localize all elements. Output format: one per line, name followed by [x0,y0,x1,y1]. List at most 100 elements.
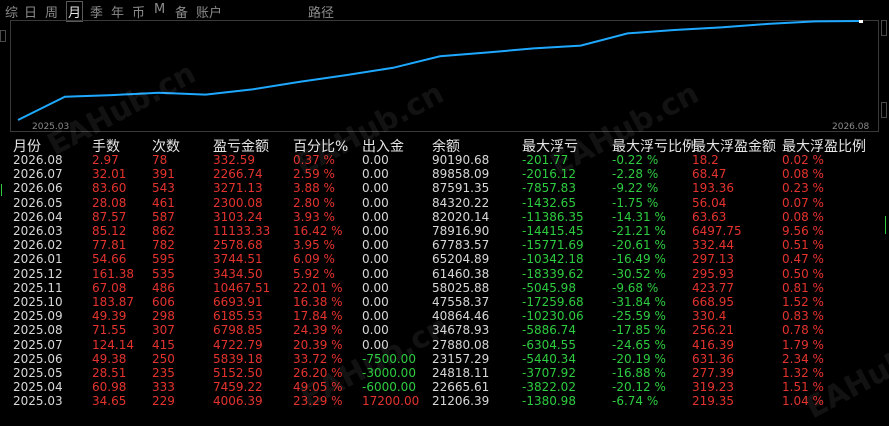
cell-percent: 16.42 % [293,224,343,238]
cell-balance: 58025.88 [432,280,490,295]
table-row[interactable]: 2026.03 85.12 862 11133.33 16.42 % 0.00 78916.… [0,224,889,238]
tab-month[interactable]: 月 [66,1,84,22]
cell-percent: 16.38 % [293,295,343,309]
table-row[interactable]: 2026.07 32.01 391 2266.74 2.59 % 0.00 89858.09… [0,167,889,181]
cell-max-gain-pct: 1.32 % [782,366,824,380]
table-row[interactable]: 2025.10 183.87 606 6693.91 16.38 % 0.00 47558.… [0,295,889,309]
cell-flow: 0.00 [362,195,389,210]
cell-percent: 3.95 % [293,238,335,253]
cell-max-gain-pct: 9.56 % [782,224,824,238]
cell-flow: 0.00 [362,224,389,238]
cell-flow: 0.00 [362,323,389,338]
tab-note[interactable]: 备 [175,2,188,21]
path-label[interactable]: 路径 [308,2,334,21]
cell-max-gain: 56.04 [692,195,727,210]
tab-year[interactable]: 年 [111,2,124,21]
cell-max-loss: -5045.98 [522,280,576,295]
cell-max-loss: -1432.65 [522,195,576,210]
col-header-max-loss-pct[interactable]: 最大浮亏比例 [612,136,696,155]
table-row[interactable]: 2025.03 34.65 229 4006.39 23.29 % 17200.00 212… [0,394,889,408]
tab-summary[interactable]: 综 [5,2,18,21]
cell-trades: 862 [152,224,175,238]
table-row[interactable]: 2025.05 28.51 235 5152.50 26.20 % -3000.00 248… [0,366,889,380]
col-header-month[interactable]: 月份 [13,136,41,155]
cell-lots: 77.81 [92,238,127,253]
cell-lots: 60.98 [92,380,127,395]
cell-balance: 82020.14 [432,209,490,224]
cell-max-gain: 332.44 [692,238,734,253]
table-row[interactable]: 2025.11 67.08 486 10467.51 22.01 % 0.00 58025.… [0,281,889,295]
cell-max-loss: -3822.02 [522,380,576,395]
cell-balance: 67783.57 [432,238,490,253]
cell-max-gain: 68.47 [692,167,727,182]
cell-month: 2025.08 [13,323,63,338]
cell-lots: 87.57 [92,209,127,224]
tab-day[interactable]: 日 [24,2,37,21]
cell-percent: 5.92 % [293,266,335,281]
cell-trades: 595 [152,252,175,267]
table-row[interactable]: 2026.05 28.08 461 2300.08 2.80 % 0.00 84320.22… [0,196,889,210]
table-row[interactable]: 2025.06 49.38 250 5839.18 33.72 % -7500.00 231… [0,352,889,366]
cell-max-loss-pct: -2.28 % [612,167,659,182]
cell-balance: 90190.68 [432,153,490,167]
tab-quarter[interactable]: 季 [90,2,103,21]
cell-lots: 49.38 [92,351,127,366]
cell-percent: 2.59 % [293,167,335,182]
table-row[interactable]: 2025.09 49.39 298 6185.53 17.84 % 0.00 40864.4… [0,309,889,323]
table-row[interactable]: 2026.08 2.97 78 332.59 0.37 % 0.00 90190.68 -20… [0,153,889,167]
cell-month: 2026.07 [13,167,63,182]
cell-max-gain-pct: 1.79 % [782,337,824,352]
table-row[interactable]: 2025.04 60.98 333 7459.22 49.05 % -6000.00 226… [0,380,889,394]
cell-month: 2026.04 [13,209,63,224]
chart-x-end-label: 2026.08 [832,122,870,132]
col-header-max-gain-pct[interactable]: 最大浮盈比例 [782,136,866,155]
cell-balance: 89858.09 [432,167,490,182]
cell-trades: 461 [152,195,175,210]
table-row[interactable]: 2025.12 161.38 535 3434.50 5.92 % 0.00 61460.3… [0,267,889,281]
cell-percent: 23.29 % [293,394,343,409]
col-header-balance[interactable]: 余额 [432,136,460,155]
col-header-percent[interactable]: 百分比% [293,136,348,155]
col-header-flow[interactable]: 出入金 [362,136,404,155]
cell-max-gain: 256.21 [692,323,734,338]
cell-lots: 28.08 [92,195,127,210]
tab-currency[interactable]: 币 [132,2,145,21]
cell-flow: 0.00 [362,209,389,224]
col-header-max-loss[interactable]: 最大浮亏 [522,136,578,155]
col-header-max-gain[interactable]: 最大浮盈金额 [692,136,776,155]
cell-flow: 0.00 [362,238,389,253]
tab-account[interactable]: 账户 [196,2,222,21]
cell-max-loss: -15771.69 [522,238,584,253]
cell-max-loss-pct: -30.52 % [612,266,666,281]
table-row[interactable]: 2025.08 71.55 307 6798.85 24.39 % 0.00 34678.9… [0,323,889,337]
cell-max-loss: -17259.68 [522,295,584,309]
col-header-lots[interactable]: 手数 [92,136,120,155]
cell-max-loss-pct: -20.19 % [612,351,666,366]
cell-month: 2025.12 [13,266,63,281]
cell-max-gain-pct: 0.78 % [782,323,824,338]
cell-trades: 307 [152,323,175,338]
equity-end-marker [859,20,863,23]
cell-flow: -7500.00 [362,351,416,366]
cell-percent: 20.39 % [293,337,343,352]
cell-balance: 78916.90 [432,224,490,238]
col-header-pnl[interactable]: 盈亏金额 [213,136,269,155]
cell-pnl: 7459.22 [213,380,263,395]
cell-max-gain-pct: 2.34 % [782,351,824,366]
cell-flow: 0.00 [362,295,389,309]
cell-max-loss: -2016.12 [522,167,576,182]
cell-lots: 161.38 [92,266,134,281]
cell-max-gain: 668.95 [692,295,734,309]
cell-max-gain-pct: 0.02 % [782,153,824,167]
table-row[interactable]: 2026.02 77.81 782 2578.68 3.95 % 0.00 67783.57… [0,238,889,252]
cell-trades: 606 [152,295,175,309]
table-row[interactable]: 2025.07 124.14 415 4722.79 20.39 % 0.00 27880.… [0,338,889,352]
cell-max-loss: -10342.18 [522,252,584,267]
tab-week[interactable]: 周 [45,2,58,21]
tab-magic[interactable]: M [154,2,165,17]
period-tab-bar: 综 日 周 月 季 年 币 M 备 账户 路径 [0,0,889,22]
table-row[interactable]: 2026.04 87.57 587 3103.24 3.93 % 0.00 82020.14… [0,210,889,224]
col-header-trades[interactable]: 次数 [152,136,180,155]
table-row[interactable]: 2026.06 83.60 543 3271.13 3.88 % 0.00 87591.35… [0,181,889,195]
table-row[interactable]: 2026.01 54.66 595 3744.51 6.09 % 0.00 65204.89… [0,252,889,266]
